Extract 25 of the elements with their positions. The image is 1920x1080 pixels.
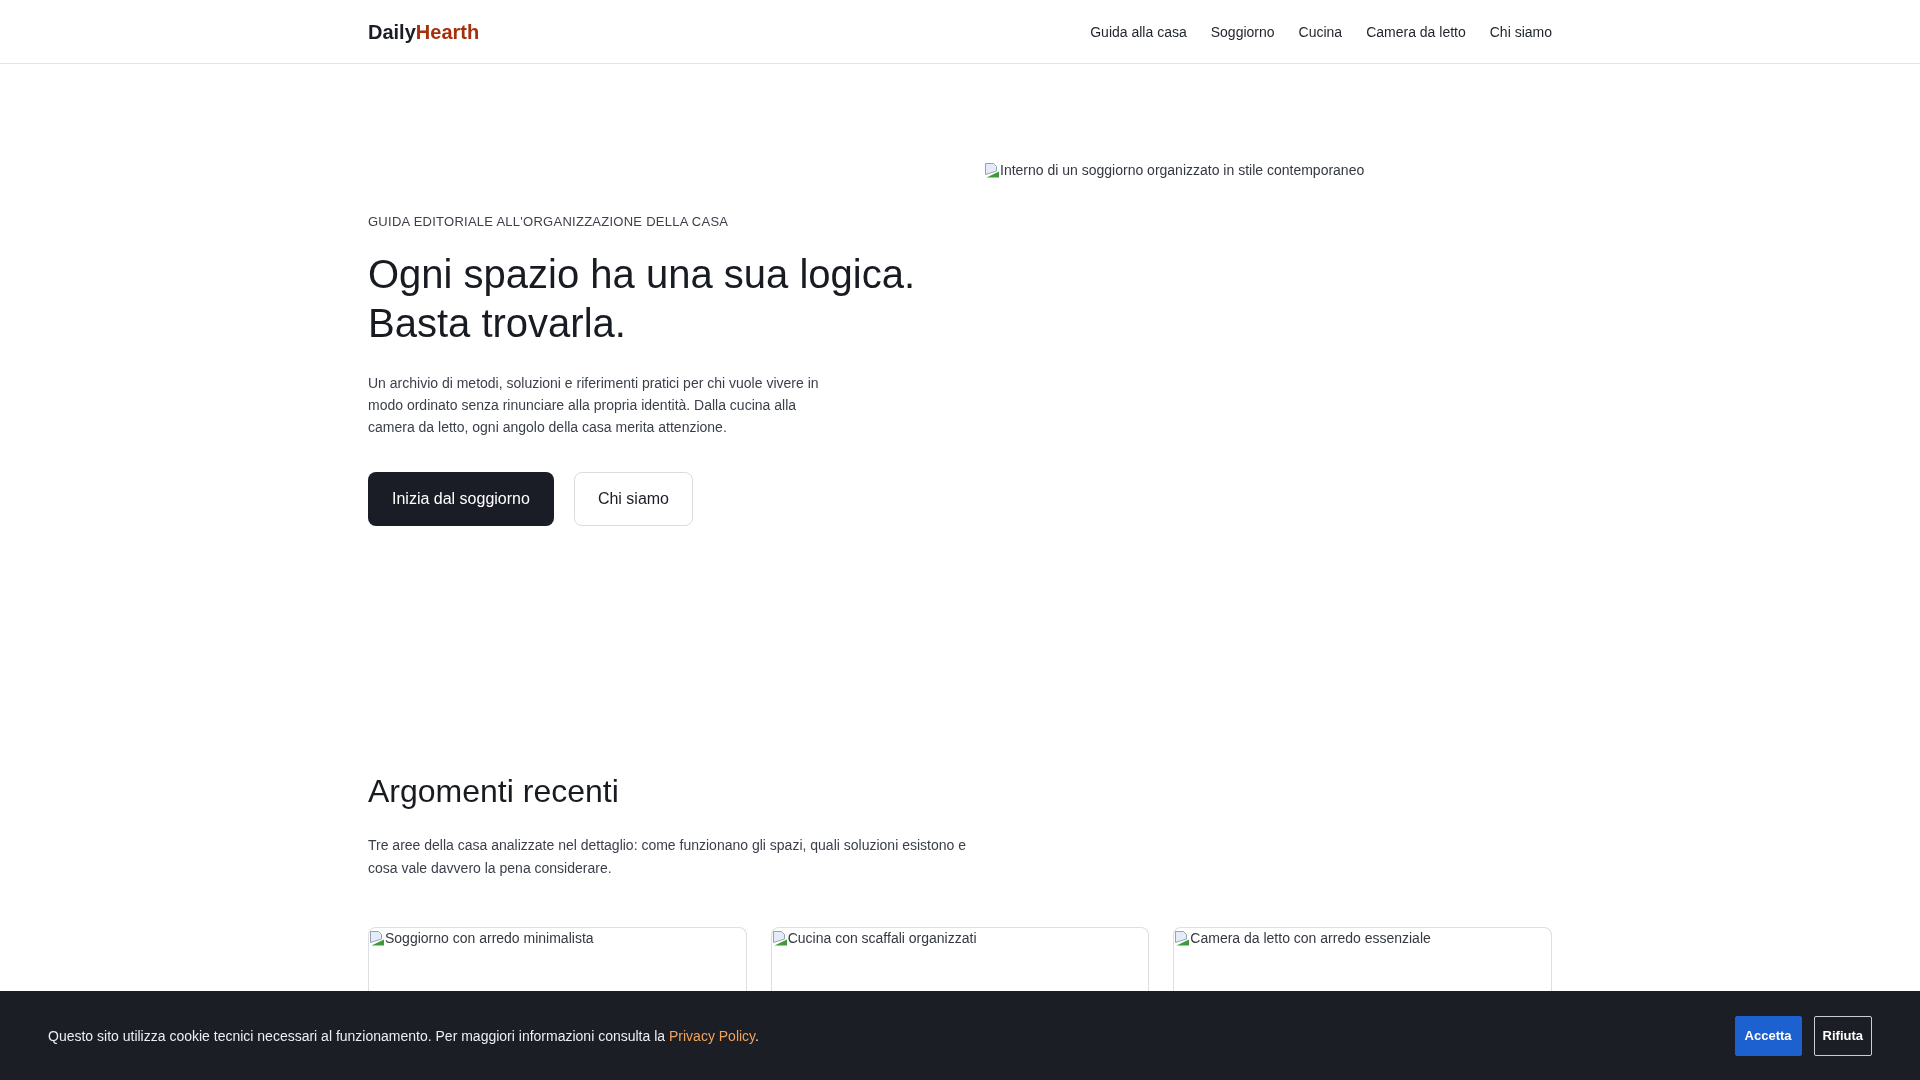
hero-description: Un archivio di metodi, soluzioni e riferimenti pratici per chi vuole vivere in modo ordinato senza rinunciare alla propria identità. Dalla cucina alla camera da letto, ogni angolo della casa merita attenzione.	[368, 374, 820, 437]
section-heading: Argomenti recenti	[368, 772, 620, 811]
broken-image-icon	[771, 930, 788, 947]
reject-button[interactable]: Rifiuta	[1813, 1015, 1872, 1056]
privacy-policy-link[interactable]: Privacy Policy	[669, 1027, 756, 1044]
hero-kicker: GUIDA EDITORIALE ALL'ORGANIZZAZIONE DELLA CASA	[368, 214, 730, 230]
nav-link[interactable]: Guida alla casa	[1090, 21, 1187, 42]
nav-link[interactable]: Soggiorno	[1210, 21, 1275, 42]
broken-image-icon	[369, 930, 385, 947]
outline-button[interactable]: Chi siamo	[573, 472, 693, 526]
site-logo[interactable]: DailyHearth	[368, 19, 480, 44]
cookie-notice-text: Questo sito utilizza cookie tecnici necessari al funzionamento. Per maggiori informazioni consulta la Privacy Policy.	[48, 1026, 759, 1046]
broken-image-icon	[984, 162, 1000, 178]
image-alt-text: Soggiorno con arredo minimalista	[385, 929, 594, 949]
hero-heading: Ogni spazio ha una sua logica. Basta trovarla.	[368, 251, 917, 347]
image-alt-text: Camera da letto con arredo essenziale	[1190, 929, 1431, 949]
nav-link[interactable]: Camera da letto	[1366, 21, 1466, 42]
nav-link[interactable]: Chi siamo	[1489, 21, 1552, 42]
primary-button[interactable]: Inizia dal soggiorno	[368, 472, 554, 526]
accept-button[interactable]: Accetta	[1734, 1015, 1802, 1056]
nav-link[interactable]: Cucina	[1298, 21, 1343, 42]
broken-image-icon	[1174, 930, 1191, 947]
image-alt-text: Interno di un soggiorno organizzato in stile contemporaneo	[1000, 161, 1365, 180]
image-alt-text: Cucina con scaffali organizzati	[787, 929, 977, 949]
section-description: Tre aree della casa analizzate nel dettaglio: come funzionano gli spazi, quali soluzioni esistono e cosa vale davvero la pena considerare.	[368, 836, 967, 879]
